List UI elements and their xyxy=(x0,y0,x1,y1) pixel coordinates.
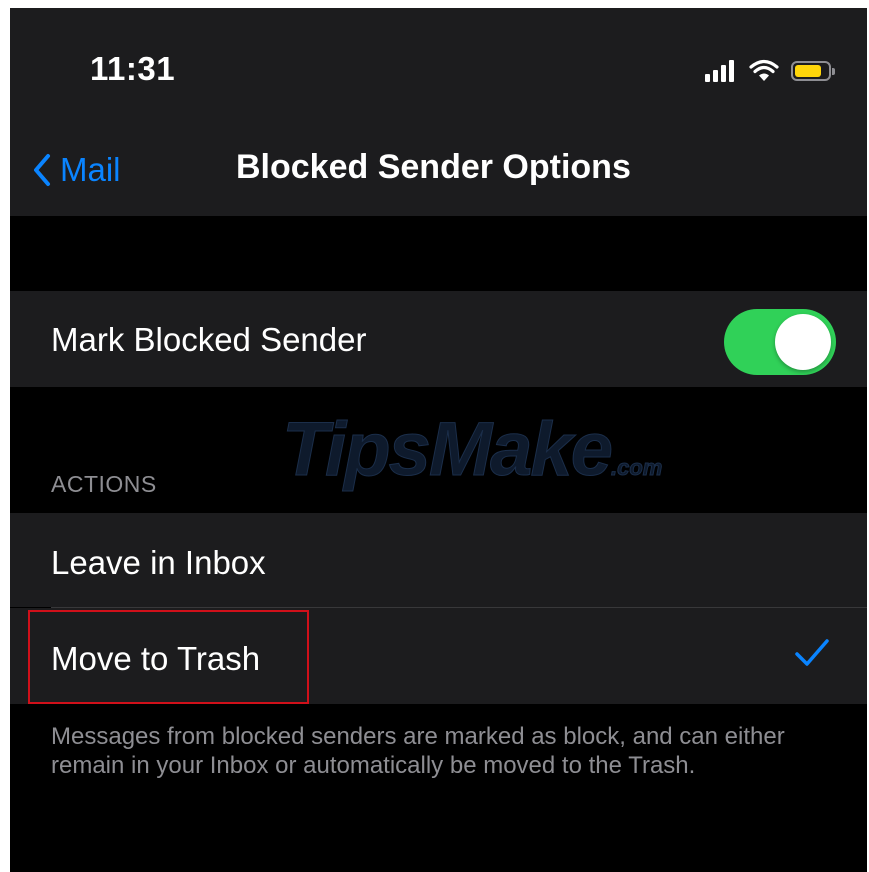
phone-screen: 11:31 Mail Blocked Sender Options Mark B… xyxy=(10,8,867,872)
status-icons xyxy=(705,56,835,86)
action-option-leave-in-inbox[interactable]: Leave in Inbox xyxy=(10,513,867,607)
battery-cap xyxy=(832,68,835,75)
checkmark-icon xyxy=(795,639,829,666)
battery-level xyxy=(795,65,821,77)
battery-icon xyxy=(791,61,835,81)
navigation-bar: Mail Blocked Sender Options xyxy=(10,128,867,216)
mark-blocked-sender-label: Mark Blocked Sender xyxy=(51,321,367,358)
highlight-annotation-box xyxy=(28,610,309,704)
option-label: Leave in Inbox xyxy=(51,544,266,581)
watermark-logo: TipsMake.com xyxy=(282,407,663,493)
wifi-icon xyxy=(749,59,779,81)
status-bar: 11:31 xyxy=(10,8,867,128)
status-time: 11:31 xyxy=(90,50,176,87)
actions-footer-text: Messages from blocked senders are marked… xyxy=(51,723,785,779)
back-label: Mail xyxy=(60,151,121,188)
cellular-signal-icon xyxy=(705,60,737,82)
back-button[interactable]: Mail xyxy=(32,146,121,194)
actions-section-header: ACTIONS xyxy=(51,471,157,497)
mark-blocked-sender-row: Mark Blocked Sender xyxy=(10,291,867,387)
chevron-left-icon xyxy=(34,154,50,186)
mark-blocked-sender-toggle[interactable] xyxy=(724,309,836,375)
page-title: Blocked Sender Options xyxy=(236,148,631,186)
toggle-knob xyxy=(775,314,831,370)
